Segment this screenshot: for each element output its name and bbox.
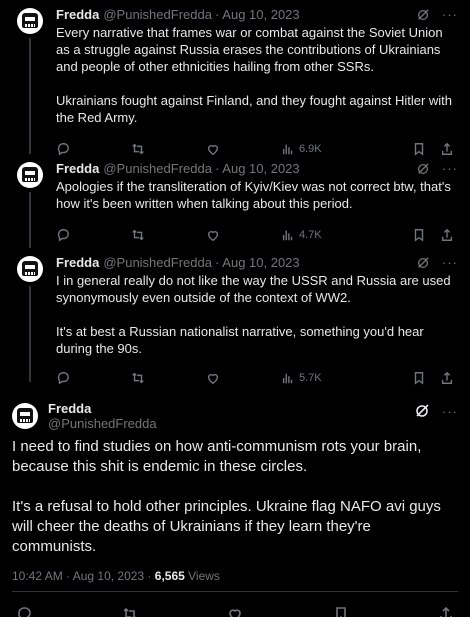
author-handle[interactable]: @PunishedFredda <box>48 416 157 431</box>
more-icon[interactable]: ··· <box>442 7 458 23</box>
tweet-text: I need to find studies on how anti-commu… <box>12 438 441 555</box>
views-icon <box>282 230 293 241</box>
views-label: Views <box>184 569 220 583</box>
grok-icon[interactable] <box>416 162 430 176</box>
reply-tweet[interactable]: Fredda @PunishedFredda · Aug 10, 2023 ··… <box>0 248 470 385</box>
avatar[interactable] <box>12 403 38 429</box>
reply-tweet[interactable]: Fredda @PunishedFredda · Aug 10, 2023 ··… <box>0 0 470 156</box>
reply-tweet[interactable]: Fredda @PunishedFredda · Aug 10, 2023 ··… <box>0 154 470 248</box>
views-count: 5.7K <box>299 372 322 384</box>
grok-icon[interactable] <box>416 8 430 22</box>
tweet-text: Apologies if the transliteration of Kyiv… <box>56 179 455 211</box>
main-tweet: Fredda @PunishedFredda ··· I need to fin… <box>0 397 470 617</box>
more-icon[interactable]: ··· <box>442 255 458 271</box>
author-name[interactable]: Fredda <box>56 161 99 177</box>
reply-icon[interactable] <box>56 228 70 242</box>
bookmark-icon[interactable] <box>412 228 426 242</box>
tweet-meta: 10:42 AM · Aug 10, 2023 · 6,565 Views <box>12 569 458 592</box>
like-icon[interactable] <box>206 371 220 385</box>
views-icon <box>282 373 293 384</box>
retweet-icon[interactable] <box>131 371 145 385</box>
retweet-icon[interactable] <box>122 606 138 617</box>
views-count: 4.7K <box>299 229 322 241</box>
more-icon[interactable]: ··· <box>442 161 458 177</box>
views-button[interactable]: 4.7K <box>281 228 351 242</box>
share-icon[interactable] <box>438 606 454 617</box>
tweet-text: I in general really do not like the way … <box>56 273 451 356</box>
like-icon[interactable] <box>227 606 243 617</box>
avatar[interactable] <box>17 256 43 282</box>
retweet-icon[interactable] <box>131 228 145 242</box>
bookmark-icon[interactable] <box>412 371 426 385</box>
author-handle[interactable]: @PunishedFredda <box>103 7 212 23</box>
tweet-date[interactable]: Aug 10, 2023 <box>222 161 299 177</box>
tweet-date[interactable]: Aug 10, 2023 <box>222 7 299 23</box>
author-name[interactable]: Fredda <box>56 7 99 23</box>
thread-line <box>29 38 31 154</box>
author-name[interactable]: Fredda <box>48 401 157 416</box>
views-button[interactable]: 5.7K <box>281 371 351 385</box>
grok-icon[interactable] <box>416 256 430 270</box>
like-icon[interactable] <box>206 228 220 242</box>
reply-icon[interactable] <box>56 371 70 385</box>
author-handle[interactable]: @PunishedFredda <box>103 161 212 177</box>
thread-line <box>29 192 31 248</box>
reply-icon[interactable] <box>16 606 32 617</box>
avatar[interactable] <box>17 162 43 188</box>
views-count[interactable]: 6,565 <box>155 569 185 583</box>
share-icon[interactable] <box>440 228 454 242</box>
thread-line <box>29 286 31 382</box>
author-name[interactable]: Fredda <box>56 255 99 271</box>
share-icon[interactable] <box>440 371 454 385</box>
more-icon[interactable]: ··· <box>442 404 458 419</box>
bookmark-icon[interactable] <box>333 606 349 617</box>
author-handle[interactable]: @PunishedFredda <box>103 255 212 271</box>
tweet-date[interactable]: Aug 10, 2023 <box>222 255 299 271</box>
tweet-text: Every narrative that frames war or comba… <box>56 25 453 125</box>
timestamp[interactable]: 10:42 AM · Aug 10, 2023 · <box>12 569 155 583</box>
avatar[interactable] <box>17 8 43 34</box>
grok-icon[interactable] <box>414 403 430 419</box>
